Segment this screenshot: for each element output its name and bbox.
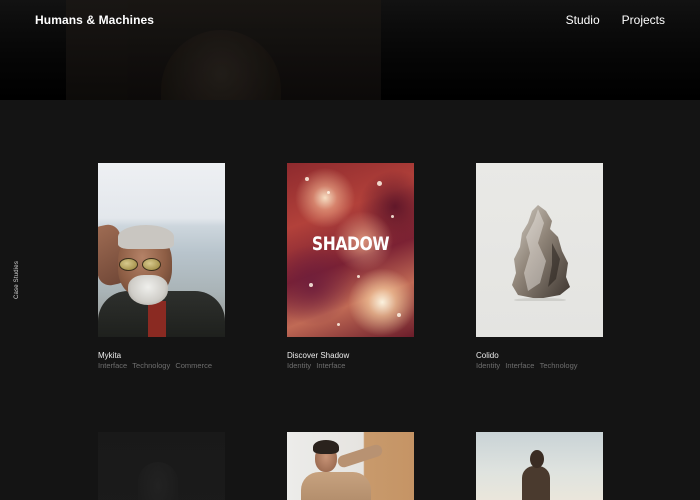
project-title[interactable]: Colido [476,351,603,361]
silhouette-head [530,450,544,468]
site-header: Humans & Machines Studio Projects [0,0,700,100]
project-tags: Identity Interface Technology [476,361,603,371]
project-tag: Interface [98,361,128,370]
speck [391,215,394,218]
side-label-case-studies[interactable]: Case Studies [14,261,20,299]
project-tag: Interface [316,361,346,370]
speck [309,283,313,287]
shirt [148,301,166,337]
dark-figure [138,462,178,500]
speck [337,323,340,326]
shadow-wordmark: SHADOW [311,233,390,255]
silhouette-body [522,466,550,500]
project-card-thumbnail-partial[interactable] [287,432,414,500]
hair [118,225,174,249]
project-thumbnail[interactable] [98,163,225,337]
project-card-thumbnail-partial[interactable] [98,432,225,500]
project-tag: Interface [505,361,535,370]
project-thumbnail[interactable]: SHADOW [287,163,414,337]
figure-coat [301,472,371,500]
beard [128,275,168,305]
project-tag: Identity [476,361,501,370]
project-title[interactable]: Mykita [98,351,225,361]
hero-figure [161,30,281,100]
crystal-image [512,205,570,301]
project-tags: Interface Technology Commerce [98,361,225,371]
figure-hair [313,440,339,454]
speck [397,313,401,317]
site-logo[interactable]: Humans & Machines [35,13,154,27]
page: Humans & Machines Studio Projects Case S… [0,0,700,500]
project-tag: Technology [539,361,578,370]
main-nav: Studio Projects [566,13,665,27]
project-tags: Identity Interface [287,361,414,371]
figure-arm [336,443,384,469]
sunglasses-lens-left [119,258,138,271]
project-tag: Commerce [175,361,213,370]
project-tag: Identity [287,361,312,370]
nav-projects[interactable]: Projects [622,13,665,27]
nav-studio[interactable]: Studio [566,13,600,27]
sunglasses-lens-right [142,258,161,271]
speck [377,181,382,186]
speck [305,177,309,181]
speck [327,191,330,194]
project-thumbnail[interactable] [476,163,603,337]
project-card-discover-shadow[interactable]: SHADOW Discover Shadow Identity Interfac… [287,163,414,371]
project-card-thumbnail-partial[interactable] [476,432,603,500]
project-card-colido[interactable]: Colido Identity Interface Technology [476,163,603,371]
project-title[interactable]: Discover Shadow [287,351,414,361]
project-tag: Technology [132,361,171,370]
speck [357,275,360,278]
project-card-mykita[interactable]: Mykita Interface Technology Commerce [98,163,225,371]
